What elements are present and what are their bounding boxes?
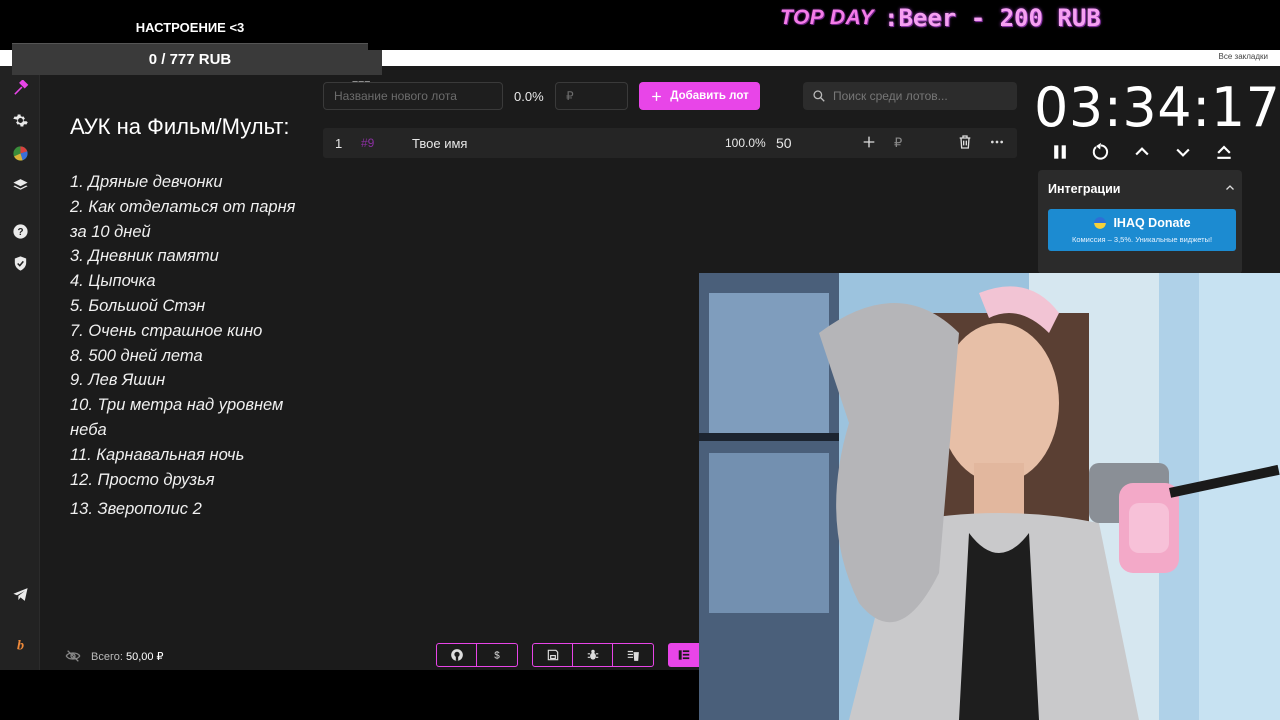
total-value: 50,00 ₽ [125, 651, 164, 663]
svg-text:?: ? [17, 227, 23, 238]
chevron-up-icon[interactable] [1224, 182, 1236, 194]
lot-id: #9 [361, 136, 375, 150]
pause-icon[interactable] [1050, 142, 1070, 162]
bug-icon [587, 649, 598, 660]
ihaq-donate-button[interactable]: IHAQ Donate Комиссия – 3,5%. Уникальные … [1048, 209, 1236, 251]
lot-percent: 100.0% [725, 136, 766, 150]
ihaq-logo-icon [1094, 217, 1107, 229]
mood-goal-progress: 0 / 777 RUB [12, 43, 368, 75]
list-item: 5. Большой Стэн [70, 296, 206, 315]
donate-button[interactable]: $ [477, 644, 517, 666]
integrations-title: Интеграции [1048, 182, 1121, 196]
dollar-icon: $ [494, 651, 500, 662]
columns-icon [678, 650, 690, 660]
wheel-icon[interactable] [8, 141, 32, 165]
total-label: Всего: [91, 651, 123, 663]
webcam-overlay [699, 273, 1280, 720]
reset-icon[interactable] [1091, 142, 1111, 162]
ihaq-title-row: IHAQ Donate [1048, 216, 1236, 230]
brand-icon[interactable]: b [8, 632, 32, 656]
save-button[interactable] [533, 644, 573, 666]
help-icon[interactable]: ? [8, 219, 32, 243]
search-icon [813, 90, 825, 102]
save-icon [547, 649, 558, 661]
add-lot-button[interactable]: Добавить лот [639, 82, 760, 110]
view-toggle-button[interactable] [668, 643, 700, 667]
ihaq-title: IHAQ Donate [1113, 216, 1191, 230]
lot-amount[interactable]: 50 [776, 135, 792, 151]
eye-off-icon[interactable] [65, 648, 81, 664]
auction-list: 1. Дряные девчонки 2. Как отделаться от … [70, 170, 310, 522]
lot-search[interactable] [803, 82, 1017, 110]
list-item: 7. Очень страшное кино [70, 321, 263, 340]
ihaq-subtitle: Комиссия – 3,5%. Уникальные виджеты! [1071, 235, 1213, 244]
stream-screen: TOP DAY :Beer - 200 RUB Все закладки ? b [0, 0, 1280, 720]
list-item: 9. Лев Яшин [70, 371, 166, 390]
shield-icon[interactable] [8, 251, 32, 275]
search-input[interactable] [833, 89, 1013, 103]
svg-text:$: $ [494, 651, 500, 662]
new-lot-amount-input[interactable] [555, 82, 628, 110]
chevron-down-icon[interactable] [1173, 142, 1193, 162]
clear-lots-button[interactable] [613, 644, 653, 666]
list-item: 11. Карнавальная ночь [70, 445, 245, 464]
clear-list-icon [627, 650, 639, 661]
auction-timer: 03:34:17 [1034, 76, 1280, 139]
svg-text:b: b [16, 637, 23, 653]
new-lot-percent: 0.0% [514, 89, 544, 104]
bookmarks-folder[interactable]: Все закладки [1219, 52, 1268, 61]
list-item: 8. 500 дней лета [70, 346, 203, 365]
more-icon[interactable] [989, 134, 1005, 150]
list-item: 3. Дневник памяти [70, 247, 219, 266]
table-row[interactable]: 1 #9 Твое имя 100.0% 50 ₽ [323, 128, 1017, 158]
sidebar: ? b [0, 66, 40, 670]
list-item: 10. Три метра над уровнем неба [70, 396, 284, 439]
chevron-up-icon[interactable] [1132, 142, 1152, 162]
auction-title: АУК на Фильм/Мульт: [70, 114, 290, 139]
add-lot-label: Добавить лот [670, 90, 749, 102]
list-item: 1. Дряные девчонки [70, 173, 223, 191]
lot-number: 1 [335, 135, 343, 151]
top-day-value: :Beer - 200 RUB [884, 4, 1101, 32]
total-amount: Всего: 50,00 ₽ [91, 650, 164, 663]
list-item: 4. Цыпочка [70, 272, 156, 291]
layers-icon[interactable] [8, 173, 32, 197]
github-icon [450, 649, 463, 661]
trash-icon[interactable] [957, 134, 973, 150]
list-item: 12. Просто друзья [70, 470, 215, 489]
plus-icon[interactable] [861, 134, 877, 150]
list-item: 2. Как отделаться от парня за 10 дней [70, 197, 296, 241]
list-item: 13. Зверополис 2 [70, 500, 202, 519]
double-up-icon[interactable] [1214, 142, 1234, 162]
new-lot-name-input[interactable] [323, 82, 503, 110]
links-toolbar: $ [436, 643, 518, 667]
gavel-icon[interactable] [8, 76, 32, 100]
top-day-label: TOP DAY [780, 6, 875, 29]
actions-toolbar [532, 643, 654, 667]
lot-currency[interactable]: ₽ [894, 135, 902, 151]
gear-icon[interactable] [8, 108, 32, 132]
lot-name[interactable]: Твое имя [412, 136, 467, 151]
telegram-icon[interactable] [8, 582, 32, 606]
bug-report-button[interactable] [573, 644, 613, 666]
plus-icon [652, 91, 662, 101]
github-button[interactable] [437, 644, 477, 666]
mood-goal-title: НАСТРОЕНИЕ <3 [135, 20, 245, 35]
mood-goal-tail [368, 50, 382, 75]
webcam-image [699, 273, 1280, 720]
